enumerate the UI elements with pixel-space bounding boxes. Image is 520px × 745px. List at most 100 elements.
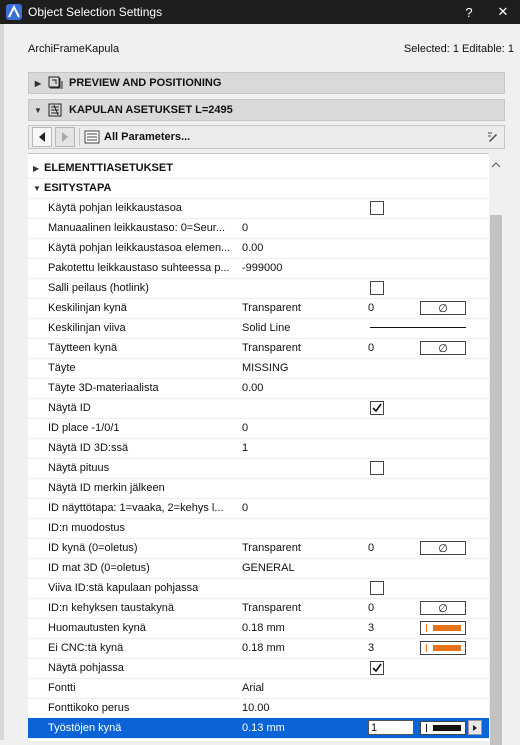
parameter-value[interactable]: Transparent <box>242 602 301 614</box>
back-button[interactable] <box>32 127 52 147</box>
group-elementtiasetukset[interactable]: ▶ ELEMENTTIASETUKSET <box>28 158 490 179</box>
parameter-row[interactable]: Keskilinjan viiva Solid Line <box>28 318 490 339</box>
window-title: Object Selection Settings <box>28 5 163 19</box>
parameter-value[interactable]: 0 <box>242 502 248 514</box>
pen-color-swatch[interactable] <box>420 621 466 635</box>
parameter-name: ID:n muodostus <box>48 522 126 534</box>
parameter-value[interactable]: GENERAL <box>242 562 295 574</box>
pen-color-swatch[interactable]: ∅ <box>420 341 466 355</box>
parameter-row[interactable]: Näytä ID 3D:ssä 1 <box>28 438 490 459</box>
parameter-row[interactable]: Käytä pohjan leikkaustasoa elemen... 0.00 <box>28 238 490 259</box>
parameter-value[interactable]: MISSING <box>242 362 288 374</box>
pen-color-swatch[interactable] <box>420 641 466 655</box>
selection-info: Selected: 1 Editable: 1 <box>403 43 514 55</box>
parameter-row[interactable]: ID näyttötapa: 1=vaaka, 2=kehys l... 0 <box>28 498 490 519</box>
parameter-value[interactable]: 0 <box>242 422 248 434</box>
parameter-row[interactable]: Viiva ID:stä kapulaan pohjassa <box>28 578 490 599</box>
parameter-checkbox[interactable] <box>370 581 384 595</box>
parameter-checkbox[interactable] <box>370 281 384 295</box>
parameter-row[interactable]: Näytä ID <box>28 398 490 419</box>
parameter-row[interactable]: Näytä ID merkin jälkeen <box>28 478 490 499</box>
parameter-value[interactable]: 10.00 <box>242 702 270 714</box>
parameter-name: Huomautusten kynä <box>48 622 146 634</box>
parameter-name: Keskilinjan kynä <box>48 302 127 314</box>
parameter-row[interactable]: Näytä pohjassa <box>28 658 490 679</box>
checkmark-icon <box>372 663 382 673</box>
parameter-name: Viiva ID:stä kapulaan pohjassa <box>48 582 199 594</box>
parameter-row[interactable]: Fonttikoko perus 10.00 <box>28 698 490 719</box>
group-label: ELEMENTTIASETUKSET <box>44 162 173 174</box>
pen-number[interactable]: 3 <box>368 642 374 654</box>
pen-number[interactable]: 3 <box>368 622 374 634</box>
parameter-row[interactable]: Täytteen kynä Transparent 0 ∅ <box>28 338 490 359</box>
parameter-value[interactable]: 0 <box>242 222 248 234</box>
parameter-row[interactable]: Työstöjen kynä 0.13 mm 1 <box>28 718 490 739</box>
pen-color-swatch[interactable]: ∅ <box>420 601 466 615</box>
parameter-value[interactable]: Arial <box>242 682 264 694</box>
scroll-up-icon[interactable] <box>489 161 503 173</box>
parameter-value[interactable]: 1 <box>242 442 248 454</box>
pen-color-swatch[interactable]: ∅ <box>420 541 466 555</box>
parameter-name: Täyte 3D-materiaalista <box>48 382 159 394</box>
archicad-icon <box>6 4 22 20</box>
parameter-checkbox[interactable] <box>370 661 384 675</box>
pen-number-input[interactable]: 1 <box>368 720 414 735</box>
parameter-row[interactable]: Ei CNC:tä kynä 0.18 mm 3 <box>28 638 490 659</box>
parameter-value[interactable]: 0.00 <box>242 242 263 254</box>
parameter-filter-dropdown[interactable]: All Parameters... <box>79 128 482 146</box>
parameter-row[interactable]: Käytä pohjan leikkaustasoa <box>28 198 490 219</box>
edit-icon[interactable] <box>486 130 500 144</box>
scrollbar-thumb[interactable] <box>490 215 502 745</box>
parameter-row[interactable]: ID mat 3D (0=oletus) GENERAL <box>28 558 490 579</box>
pen-color-swatch[interactable] <box>420 721 466 735</box>
parameter-value[interactable]: 0.18 mm <box>242 642 285 654</box>
help-button[interactable]: ? <box>452 0 486 24</box>
parameter-row[interactable]: ID place -1/0/1 0 <box>28 418 490 439</box>
parameter-row[interactable]: Manuaalinen leikkaustaso: 0=Seur... 0 <box>28 218 490 239</box>
parameter-name: Työstöjen kynä <box>48 722 122 734</box>
parameter-name: ID place -1/0/1 <box>48 422 120 434</box>
close-button[interactable]: ✕ <box>486 0 520 24</box>
parameter-row[interactable]: ID:n kehyksen taustakynä Transparent 0 ∅ <box>28 598 490 619</box>
parameter-row[interactable]: ID kynä (0=oletus) Transparent 0 ∅ <box>28 538 490 559</box>
parameter-checkbox[interactable] <box>370 401 384 415</box>
vertical-scrollbar[interactable] <box>489 153 503 745</box>
parameter-value[interactable]: Transparent <box>242 542 301 554</box>
parameter-value[interactable]: -999000 <box>242 262 282 274</box>
parameter-name: Salli peilaus (hotlink) <box>48 282 149 294</box>
pen-number[interactable]: 0 <box>368 342 374 354</box>
parameter-checkbox[interactable] <box>370 201 384 215</box>
parameter-checkbox[interactable] <box>370 461 384 475</box>
parameter-row[interactable]: Fontti Arial <box>28 678 490 699</box>
parameter-name: Täyte <box>48 362 76 374</box>
parameter-name: ID kynä (0=oletus) <box>48 542 138 554</box>
parameter-value[interactable]: 0.00 <box>242 382 263 394</box>
parameter-row[interactable]: Näytä pituus <box>28 458 490 479</box>
parameter-row[interactable]: Pakotettu leikkaustaso suhteessa p... -99… <box>28 258 490 279</box>
parameter-value[interactable]: Solid Line <box>242 322 290 334</box>
group-esitystapa[interactable]: ▼ ESITYSTAPA <box>28 178 490 199</box>
parameter-value[interactable]: 0.13 mm <box>242 722 285 734</box>
parameter-name: Keskilinjan viiva <box>48 322 126 334</box>
pen-number[interactable]: 0 <box>368 542 374 554</box>
section-preview-and-positioning[interactable]: ▶ PREVIEW AND POSITIONING <box>28 72 505 94</box>
empty-pen-icon: ∅ <box>438 602 448 615</box>
parameter-name: Näytä ID <box>48 402 91 414</box>
pen-color-swatch[interactable]: ∅ <box>420 301 466 315</box>
parameter-row[interactable]: Huomautusten kynä 0.18 mm 3 <box>28 618 490 639</box>
parameter-name: Fonttikoko perus <box>48 702 130 714</box>
parameter-row[interactable]: Salli peilaus (hotlink) <box>28 278 490 299</box>
parameter-name: Pakotettu leikkaustaso suhteessa p... <box>48 262 230 274</box>
pen-number[interactable]: 0 <box>368 302 374 314</box>
forward-button[interactable] <box>55 127 75 147</box>
parameter-row[interactable]: Täyte 3D-materiaalista 0.00 <box>28 378 490 399</box>
parameter-row[interactable]: Keskilinjan kynä Transparent 0 ∅ <box>28 298 490 319</box>
pen-number[interactable]: 0 <box>368 602 374 614</box>
parameter-row[interactable]: Täyte MISSING <box>28 358 490 379</box>
parameter-value[interactable]: Transparent <box>242 302 301 314</box>
pen-picker-arrow-icon[interactable] <box>468 720 482 735</box>
parameter-value[interactable]: 0.18 mm <box>242 622 285 634</box>
parameter-value[interactable]: Transparent <box>242 342 301 354</box>
parameter-row[interactable]: ID:n muodostus <box>28 518 490 539</box>
section-kapulan-asetukset[interactable]: ▼ KAPULAN ASETUKSET L=2495 <box>28 99 505 121</box>
